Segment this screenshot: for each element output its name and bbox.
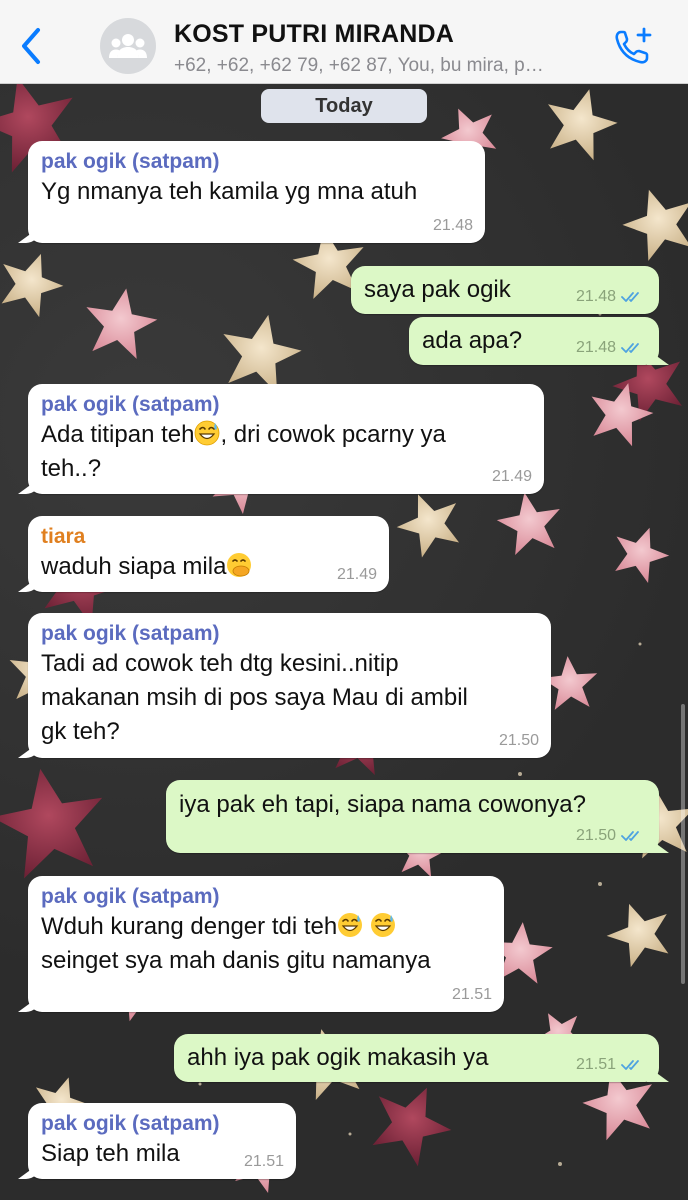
message-time: 21.50 (575, 827, 616, 844)
message-meta: 21.51 (452, 986, 492, 1004)
grinning-sweat-emoji (195, 420, 220, 446)
add-call-button[interactable] (612, 26, 654, 66)
back-button[interactable] (14, 26, 50, 66)
message-text-line: teh..? (41, 455, 102, 482)
message-incoming[interactable]: pak ogik (satpam) Ada titipan teh , dri … (28, 384, 544, 494)
message-outgoing[interactable]: saya pak ogik 21.48 (351, 266, 659, 314)
message-meta: 21.51 (576, 1056, 647, 1074)
message-time: 21.48 (432, 217, 473, 234)
message-meta: 21.48 (576, 339, 647, 357)
message-outgoing[interactable]: iya pak eh tapi, siapa nama cowonya? 21.… (166, 780, 659, 853)
double-check-icon (621, 1060, 639, 1070)
message-text-part: , dri cowok pcarny ya (220, 421, 446, 448)
grinning-sweat-emoji (370, 913, 395, 937)
message-text: waduh siapa mila (41, 550, 377, 584)
message-meta: 21.51 (244, 1153, 284, 1171)
group-avatar-icon (109, 34, 147, 58)
message-text-line: Tadi ad cowok teh dtg kesini..nitip (41, 650, 399, 677)
chevron-left-icon (22, 28, 40, 64)
message-text-line: makanan msih di pos saya Mau di ambil (41, 684, 468, 711)
message-meta: 21.50 (576, 827, 647, 845)
message-time: 21.51 (451, 986, 492, 1003)
message-incoming[interactable]: pak ogik (satpam) Tadi ad cowok teh dtg … (28, 613, 551, 758)
message-sender: pak ogik (satpam) (41, 150, 220, 173)
message-time: 21.49 (336, 566, 377, 583)
double-check-icon (621, 343, 639, 353)
scroll-indicator[interactable] (681, 704, 685, 984)
message-time: 21.50 (498, 732, 539, 749)
message-text: Ada titipan teh , dri cowok pcarny ya (41, 418, 532, 452)
message-time: 21.51 (575, 1056, 616, 1073)
message-incoming[interactable]: pak ogik (satpam) Wduh kurang denger tdi… (28, 876, 504, 1012)
hand-over-mouth-emoji (227, 553, 252, 577)
group-avatar[interactable] (100, 18, 156, 74)
grinning-sweat-emoji (338, 913, 363, 937)
message-text: iya pak eh tapi, siapa nama cowonya? (179, 791, 586, 818)
message-text-line: seinget sya mah danis gitu namanya (41, 947, 431, 974)
message-time: 21.51 (243, 1153, 284, 1170)
date-divider: Today (261, 89, 427, 123)
message-incoming[interactable]: pak ogik (satpam) Yg nmanya teh kamila y… (28, 141, 485, 243)
message-text-part: Wduh kurang denger tdi teh (41, 913, 338, 940)
message-text-part: waduh siapa mila (41, 553, 227, 580)
message-text-part: Ada titipan teh (41, 421, 195, 448)
message-sender: pak ogik (satpam) (41, 1112, 220, 1135)
message-incoming[interactable]: pak ogik (satpam) Siap teh mila 21.51 (28, 1103, 296, 1179)
message-sender: tiara (41, 525, 86, 548)
message-time: 21.48 (575, 288, 616, 305)
message-time: 21.48 (575, 339, 616, 356)
chat-members[interactable]: +62, +62, +62 79, +62 87, You, bu mira, … (174, 55, 604, 77)
chat-header: KOST PUTRI MIRANDA +62, +62, +62 79, +62… (0, 0, 688, 84)
message-meta: 21.49 (337, 566, 377, 584)
double-check-icon (621, 292, 639, 302)
message-sender: pak ogik (satpam) (41, 885, 220, 908)
message-meta: 21.49 (492, 468, 532, 486)
message-sender: pak ogik (satpam) (41, 393, 220, 416)
message-outgoing[interactable]: ahh iya pak ogik makasih ya 21.51 (174, 1034, 659, 1082)
message-meta: 21.48 (433, 217, 473, 235)
message-time: 21.49 (491, 468, 532, 485)
message-incoming[interactable]: tiara waduh siapa mila 21.49 (28, 516, 389, 592)
message-meta: 21.50 (499, 732, 539, 750)
double-check-icon (621, 831, 639, 841)
message-outgoing[interactable]: ada apa? 21.48 (409, 317, 659, 365)
add-call-icon (615, 27, 652, 64)
message-text: Yg nmanya teh kamila yg mna atuh (41, 178, 418, 205)
message-meta: 21.48 (576, 288, 647, 306)
message-sender: pak ogik (satpam) (41, 622, 220, 645)
message-text-line: gk teh? (41, 718, 120, 745)
chat-title[interactable]: KOST PUTRI MIRANDA (174, 20, 454, 49)
message-text: Wduh kurang denger tdi teh (41, 910, 492, 944)
